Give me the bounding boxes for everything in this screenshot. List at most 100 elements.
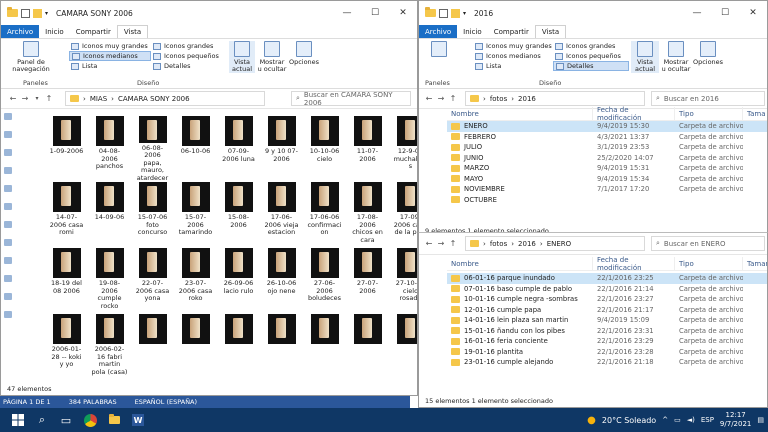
- list-item[interactable]: JULIO 3/1/2019 23:53 Carpeta de archivos: [447, 142, 767, 153]
- pc-icon[interactable]: [4, 149, 12, 156]
- folder-thumbnail[interactable]: [135, 314, 170, 380]
- folder-thumbnail[interactable]: 26-09-06 lacio rulo: [221, 248, 256, 314]
- quick-access-dropdown-icon[interactable]: ▾: [45, 10, 48, 17]
- layout-details[interactable]: Detalles: [151, 61, 229, 71]
- minimize-button[interactable]: —: [333, 1, 361, 25]
- layout-large-icons[interactable]: Iconos grandes: [151, 41, 229, 51]
- drive-icon[interactable]: [4, 167, 12, 174]
- col-type[interactable]: Tipo: [675, 257, 743, 270]
- recent-dropdown-icon[interactable]: ▾: [31, 95, 43, 102]
- tab-inicio[interactable]: Inicio: [39, 25, 70, 38]
- folder-thumbnail[interactable]: 15-08-2006: [221, 182, 256, 248]
- layout-xl-icons[interactable]: Iconos muy grandes: [69, 41, 151, 51]
- list-item[interactable]: NOVIEMBRE 7/1/2017 17:20 Carpeta de archiv…: [447, 184, 767, 195]
- task-view-icon[interactable]: ▭: [54, 408, 78, 432]
- close-button[interactable]: ✕: [389, 1, 417, 25]
- list-item[interactable]: 15-01-16 ñandu con los pibes 22/1/2016 23…: [447, 326, 767, 337]
- col-size[interactable]: Tama: [743, 107, 767, 120]
- quick-access-icon[interactable]: [4, 113, 12, 120]
- nav-pane-button[interactable]: Panel de navegación: [9, 41, 53, 73]
- folder-thumbnail[interactable]: 17-09-2006 casa de la pola: [393, 182, 417, 248]
- breadcrumb-fotos[interactable]: fotos: [490, 95, 507, 103]
- list-item[interactable]: ENERO 9/4/2019 15:30 Carpeta de archivos: [447, 121, 767, 132]
- folder-thumbnail[interactable]: 07-09-2006 luna: [221, 116, 256, 182]
- folder-thumbnail[interactable]: 18-19 del 08 2006: [49, 248, 84, 314]
- current-view-button[interactable]: Vista actual: [631, 41, 659, 73]
- folder-thumbnail[interactable]: 06-08-2006 papa, mauro, atardecer: [135, 116, 170, 182]
- up-arrow-icon[interactable]: ↑: [447, 239, 459, 248]
- folder-thumbnail[interactable]: 14-07-2006 casa romi: [49, 182, 84, 248]
- forward-arrow-icon[interactable]: →: [435, 94, 447, 103]
- col-name[interactable]: Nombre: [447, 107, 593, 120]
- properties-icon[interactable]: [21, 8, 30, 18]
- search-icon[interactable]: ⌕: [30, 408, 54, 432]
- folder-thumbnail[interactable]: 26-10-06 ojo nene: [264, 248, 299, 314]
- maximize-button[interactable]: ☐: [711, 1, 739, 25]
- layout-xl-icons[interactable]: Iconos muy grandes: [473, 41, 553, 51]
- folder-thumbnail[interactable]: 06-10-06: [178, 116, 213, 182]
- layout-small-icons[interactable]: Iconos pequeños: [553, 51, 629, 61]
- search-input[interactable]: ⌕ Buscar en 2016: [651, 91, 765, 106]
- list-item[interactable]: 14-01-16 lein plaza san martin 9/4/2019 1…: [447, 315, 767, 326]
- folder-thumbnail[interactable]: 17-08-2006 chicos en cara: [350, 182, 385, 248]
- language[interactable]: ESPAÑOL (ESPAÑA): [135, 398, 197, 406]
- up-arrow-icon[interactable]: ↑: [43, 94, 55, 103]
- drive-icon[interactable]: [4, 275, 12, 282]
- folder-thumbnail[interactable]: 15-07-2006 tamarindo: [178, 182, 213, 248]
- folder-thumbnail[interactable]: 12-9-06 muchahco s: [393, 116, 417, 182]
- folder-thumbnail[interactable]: 27-06-2006 boludeces: [307, 248, 342, 314]
- search-input[interactable]: ⌕ Buscar en CAMARA SONY 2006: [291, 91, 411, 107]
- drive-icon[interactable]: [4, 185, 12, 192]
- col-name[interactable]: Nombre: [447, 257, 593, 270]
- back-arrow-icon[interactable]: ←: [423, 239, 435, 248]
- drive-icon[interactable]: [4, 257, 12, 264]
- folder-thumbnail[interactable]: [221, 314, 256, 380]
- col-size[interactable]: Tamar: [743, 257, 767, 270]
- layout-list[interactable]: Lista: [473, 61, 553, 71]
- network-icon[interactable]: ▭: [674, 416, 681, 424]
- folder-thumbnail[interactable]: 23-07-2006 casa roko: [178, 248, 213, 314]
- nav-pane-button[interactable]: [427, 41, 451, 59]
- address-bar[interactable]: › MIAS › CAMARA SONY 2006: [65, 91, 265, 106]
- col-type[interactable]: Tipo: [675, 107, 743, 120]
- show-hide-button[interactable]: Mostrar u ocultar: [661, 41, 691, 73]
- layout-medium-icons[interactable]: Iconos medianos: [473, 51, 553, 61]
- list-item[interactable]: MAYO 9/4/2019 15:34 Carpeta de archivos: [447, 174, 767, 185]
- col-date[interactable]: Fecha de modificación: [593, 106, 675, 122]
- tab-compartir[interactable]: Compartir: [70, 25, 117, 38]
- tab-archivo[interactable]: Archivo: [1, 25, 40, 38]
- chevron-up-icon[interactable]: ^: [662, 416, 668, 424]
- list-item[interactable]: 10-01-16 cumple negra -sombras 22/1/2016 …: [447, 294, 767, 305]
- properties-icon[interactable]: [439, 8, 448, 18]
- folder-thumbnail[interactable]: 22-07-2006 casa yona: [135, 248, 170, 314]
- folder-thumbnail[interactable]: 11-07-2006: [350, 116, 385, 182]
- onedrive-icon[interactable]: [4, 131, 12, 138]
- folder-thumbnail[interactable]: 2006-01-28 -- koki y yo: [49, 314, 84, 380]
- breadcrumb-camara[interactable]: CAMARA SONY 2006: [118, 95, 190, 103]
- back-arrow-icon[interactable]: ←: [423, 94, 435, 103]
- clock[interactable]: 12:17 9/7/2021: [720, 411, 751, 429]
- breadcrumb-enero[interactable]: ENERO: [547, 240, 571, 248]
- up-arrow-icon[interactable]: ↑: [447, 94, 459, 103]
- folder-thumbnail[interactable]: 17-06-2006 vieja estacion: [264, 182, 299, 248]
- notifications-icon[interactable]: ▤: [757, 416, 764, 424]
- tab-compartir[interactable]: Compartir: [488, 25, 535, 38]
- page-count[interactable]: PÁGINA 1 DE 1: [3, 398, 51, 406]
- layout-medium-icons[interactable]: Iconos medianos: [69, 51, 151, 61]
- tab-vista[interactable]: Vista: [116, 25, 149, 38]
- col-date[interactable]: Fecha de modificación: [593, 256, 675, 272]
- list-item[interactable]: 23-01-16 cumple alejando 22/1/2016 21:18 C…: [447, 357, 767, 368]
- list-item[interactable]: 19-01-16 plantita 22/1/2016 23:28 Carpeta …: [447, 347, 767, 358]
- folder-thumbnail[interactable]: 15-07-06 foto concurso: [135, 182, 170, 248]
- back-arrow-icon[interactable]: ←: [7, 94, 19, 103]
- forward-arrow-icon[interactable]: →: [19, 94, 31, 103]
- file-explorer-icon[interactable]: [102, 408, 126, 432]
- folder-thumbnail[interactable]: [264, 314, 299, 380]
- chrome-icon[interactable]: [78, 408, 102, 432]
- layout-list[interactable]: Lista: [69, 61, 151, 71]
- folder-thumbnail[interactable]: 27-10-06 cielo rosado: [393, 248, 417, 314]
- layout-details[interactable]: Detalles: [553, 61, 629, 71]
- folder-thumbnail[interactable]: [307, 314, 342, 380]
- tab-archivo[interactable]: Archivo: [419, 25, 458, 38]
- folder-thumbnail[interactable]: 2006-02-16 fabri martin pola (casa): [92, 314, 127, 380]
